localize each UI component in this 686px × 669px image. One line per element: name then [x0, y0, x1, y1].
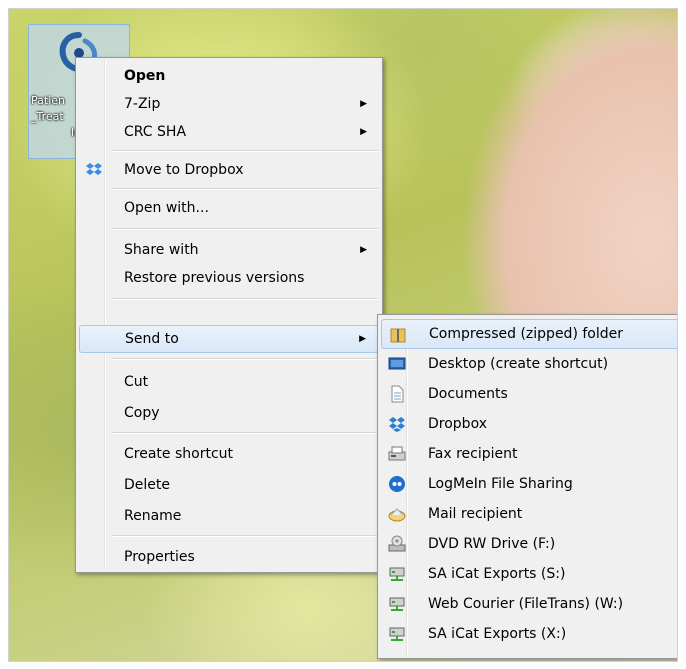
menu-item-label: LogMeIn File Sharing	[428, 476, 573, 492]
send-to-item-dvd-drive[interactable]: DVD RW Drive (F:)	[381, 529, 677, 559]
send-to-item-logmein[interactable]: LogMeIn File Sharing	[381, 469, 677, 499]
menu-item-label: CRC SHA	[124, 124, 187, 140]
menu-item-label: Restore previous versions	[124, 270, 305, 286]
menu-separator	[112, 188, 378, 190]
menu-item-label: Documents	[428, 386, 508, 402]
menu-item-label: Copy	[124, 405, 160, 421]
submenu-arrow-icon: ▶	[360, 99, 367, 109]
menu-item-label: Mail recipient	[428, 506, 523, 522]
menu-item-move-to-dropbox[interactable]: Move to Dropbox	[79, 156, 379, 184]
dropbox-icon	[86, 163, 102, 175]
menu-item-label: Rename	[124, 508, 182, 524]
menu-separator	[112, 432, 378, 434]
menu-separator	[112, 358, 378, 360]
send-to-item-compressed-folder[interactable]: Compressed (zipped) folder	[381, 319, 677, 349]
menu-item-label: Cut	[124, 374, 149, 390]
menu-item-label: Send to	[125, 331, 179, 347]
screenshot-frame: Patien _Treat la Open 7-Zip▶ CRC SHA▶ Mo…	[8, 8, 678, 662]
menu-item-label: Open	[124, 68, 166, 84]
menu-item-7zip[interactable]: 7-Zip ▶	[79, 90, 379, 118]
menu-item-label: Dropbox	[428, 416, 487, 432]
menu-item-open[interactable]: Open	[79, 62, 379, 90]
menu-item-label: SA iCat Exports (S:)	[428, 566, 566, 582]
menu-item-send-to[interactable]: Send to ▶	[79, 325, 379, 353]
menu-item-label: Share with	[124, 242, 199, 258]
menu-item-label: DVD RW Drive (F:)	[428, 536, 556, 552]
menu-item-label: SA iCat Exports (X:)	[428, 626, 567, 642]
menu-separator	[112, 150, 378, 152]
send-to-item-mail[interactable]: Mail recipient	[381, 499, 677, 529]
send-to-item-desktop[interactable]: Desktop (create shortcut)	[381, 349, 677, 379]
submenu-arrow-icon: ▶	[360, 127, 367, 137]
zip-folder-icon	[390, 328, 406, 343]
menu-item-crc-sha[interactable]: CRC SHA ▶	[79, 118, 379, 146]
submenu-arrow-icon: ▶	[359, 334, 366, 344]
mail-icon	[388, 508, 406, 522]
menu-item-create-shortcut[interactable]: Create shortcut	[79, 440, 379, 468]
logmein-icon	[389, 476, 405, 492]
menu-item-copy[interactable]: Copy	[79, 399, 379, 427]
menu-item-cut[interactable]: Cut	[79, 368, 379, 396]
network-drive-icon	[389, 567, 405, 581]
menu-item-label: Desktop (create shortcut)	[428, 356, 609, 372]
network-drive-icon	[389, 627, 405, 641]
context-menu: Open 7-Zip ▶ CRC SHA ▶ Move to Dropbox Ope…	[75, 57, 383, 573]
send-to-item-network-drive-w[interactable]: Web Courier (FileTrans) (W:)	[381, 589, 677, 619]
menu-item-label: Open with...	[124, 200, 209, 216]
send-to-item-documents[interactable]: Documents	[381, 379, 677, 409]
desktop-icon	[388, 357, 406, 370]
menu-separator	[112, 535, 378, 537]
send-to-item-dropbox[interactable]: Dropbox	[381, 409, 677, 439]
send-to-item-network-drive-x[interactable]: SA iCat Exports (X:)	[381, 619, 677, 649]
menu-item-label: Delete	[124, 477, 170, 493]
documents-icon	[391, 385, 404, 403]
menu-item-delete[interactable]: Delete	[79, 471, 379, 499]
menu-item-label: 7-Zip	[124, 96, 161, 112]
menu-item-label: Create shortcut	[124, 446, 234, 462]
menu-separator	[112, 228, 378, 230]
menu-item-label: Web Courier (FileTrans) (W:)	[428, 596, 624, 612]
send-to-item-fax[interactable]: Fax recipient	[381, 439, 677, 469]
menu-item-rename[interactable]: Rename	[79, 502, 379, 530]
menu-separator	[112, 298, 378, 300]
send-to-submenu: Compressed (zipped) folder Desktop (crea…	[377, 314, 677, 659]
fax-icon	[388, 446, 406, 461]
submenu-arrow-icon: ▶	[360, 245, 367, 255]
network-drive-icon	[389, 597, 405, 611]
menu-item-label: Move to Dropbox	[124, 162, 244, 178]
menu-item-restore-previous-versions[interactable]: Restore previous versions	[79, 264, 379, 292]
menu-item-label: Fax recipient	[428, 446, 518, 462]
dropbox-icon	[389, 417, 405, 432]
dvd-drive-icon	[388, 535, 406, 552]
menu-item-label: Compressed (zipped) folder	[429, 326, 623, 342]
menu-item-share-with[interactable]: Share with ▶	[79, 236, 379, 264]
send-to-item-network-drive-s[interactable]: SA iCat Exports (S:)	[381, 559, 677, 589]
menu-item-label: Properties	[124, 549, 195, 565]
menu-item-properties[interactable]: Properties	[79, 543, 379, 571]
menu-item-open-with[interactable]: Open with...	[79, 194, 379, 222]
